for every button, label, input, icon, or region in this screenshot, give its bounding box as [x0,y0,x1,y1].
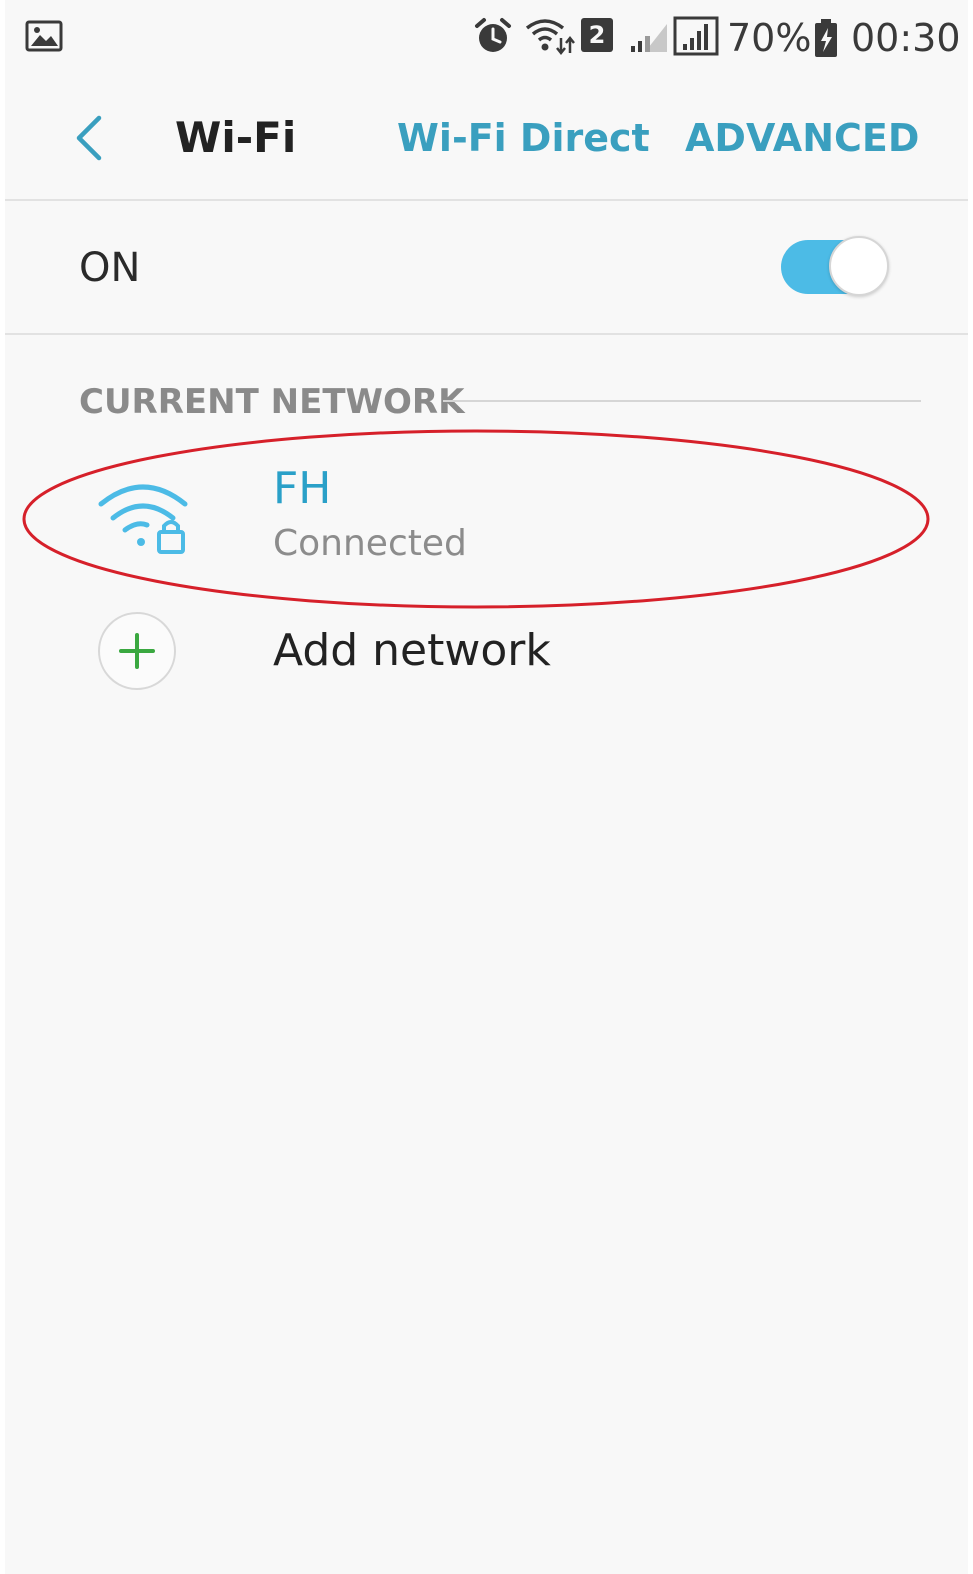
status-bar: 2 70% 00:30 [5,0,968,78]
wifi-data-icon [523,16,577,60]
wifi-direct-button[interactable]: Wi-Fi Direct [397,108,650,168]
signal-icon [673,16,719,60]
plus-icon [119,633,155,669]
wifi-toggle[interactable] [781,236,895,298]
wifi-switch-row[interactable]: ON [5,202,968,332]
network-status: Connected [273,523,467,564]
advanced-button[interactable]: ADVANCED [685,108,919,168]
toggle-knob [829,236,889,296]
wifi-switch-label: ON [79,245,141,291]
gallery-icon [25,20,63,56]
sim-number: 2 [588,21,606,49]
section-divider-line [443,400,921,402]
current-network-header: CURRENT NETWORK [79,382,465,422]
wifi-lock-icon [93,474,193,558]
clock: 00:30 [851,16,961,60]
battery-percent: 70% [727,16,812,60]
back-button[interactable] [63,108,115,168]
switch-divider [5,333,968,335]
add-network-label: Add network [273,625,551,676]
app-bar: Wi-Fi Wi-Fi Direct ADVANCED [5,80,968,198]
alarm-icon [473,16,513,60]
chevron-left-icon [76,115,102,161]
wifi-settings-screen: 2 70% 00:30 Wi-Fi Wi-Fi Direct ADVANCED … [5,0,968,1574]
signal-weak-icon [629,20,669,58]
add-network-button[interactable] [98,612,176,690]
add-network-item[interactable]: Add network [5,604,968,700]
current-network-item[interactable]: FH Connected [5,448,968,598]
sim2-icon: 2 [581,18,613,52]
page-title: Wi-Fi [175,113,297,162]
battery-charging-icon [813,18,839,62]
network-name: FH [273,463,332,514]
header-divider [5,199,968,201]
